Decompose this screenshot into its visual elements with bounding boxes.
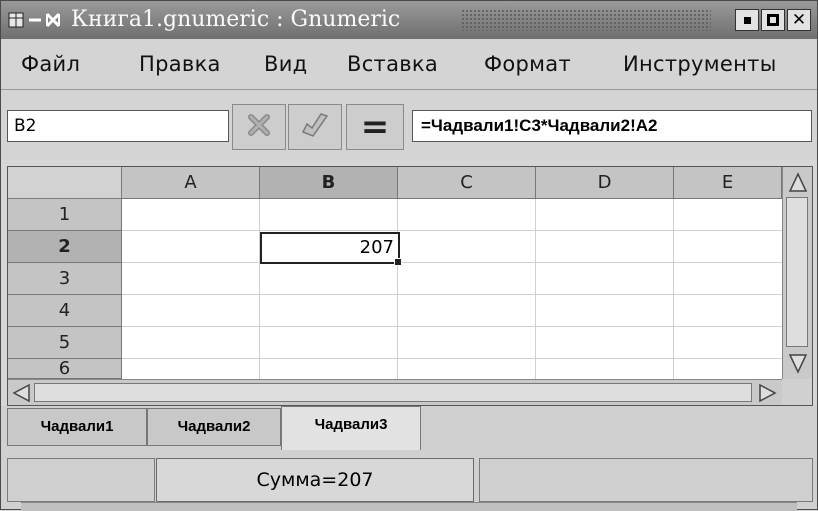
name-box[interactable]: B2	[7, 110, 229, 142]
accept-button[interactable]	[288, 104, 342, 150]
menu-tools[interactable]: Инструменты	[623, 39, 777, 89]
menu-insert[interactable]: Вставка	[347, 39, 438, 89]
grid-line	[259, 199, 260, 379]
grid-line	[122, 294, 782, 295]
formula-input[interactable]: =Чадвали1!C3*Чадвали2!A2	[412, 110, 812, 142]
menu-view[interactable]: Вид	[264, 39, 307, 89]
cell-b2[interactable]: 207	[260, 232, 402, 266]
window-title: Книга1.gnumeric : Gnumeric	[71, 7, 401, 32]
vertical-scroll-thumb[interactable]	[786, 197, 808, 347]
grid-line	[122, 230, 782, 231]
close-icon[interactable]: ✕	[787, 9, 811, 31]
status-sum: Сумма=207	[156, 458, 474, 502]
row-header-6[interactable]: 6	[8, 359, 122, 379]
menu-edit[interactable]: Правка	[139, 39, 221, 89]
maximize-icon[interactable]	[761, 9, 785, 31]
row-header-1[interactable]: 1	[8, 199, 122, 231]
horizontal-scroll-thumb[interactable]	[34, 383, 752, 402]
spreadsheet-icon[interactable]	[7, 9, 61, 31]
scroll-right-icon[interactable]	[758, 383, 778, 405]
accept-icon	[299, 110, 331, 144]
status-bar: Сумма=207	[1, 452, 817, 511]
title-bar[interactable]: Книга1.gnumeric : Gnumeric ✕	[1, 1, 817, 39]
row-header-4[interactable]: 4	[8, 295, 122, 327]
cancel-button[interactable]	[232, 104, 286, 150]
menu-bar: Файл Правка Вид Вставка Формат Инструмен…	[1, 39, 817, 90]
scroll-down-icon[interactable]	[788, 353, 808, 379]
menu-file[interactable]: Файл	[21, 39, 80, 89]
scroll-up-icon[interactable]	[788, 171, 808, 197]
grid-line	[122, 262, 782, 263]
horizontal-scrollbar[interactable]	[8, 379, 782, 405]
scroll-left-icon[interactable]	[11, 383, 31, 405]
spreadsheet-grid[interactable]: A B C D E 1 2 3 4 5 6 207	[7, 166, 813, 406]
grid-line	[535, 199, 536, 379]
row-header-5[interactable]: 5	[8, 327, 122, 359]
column-header-c[interactable]: C	[398, 167, 536, 199]
vertical-scrollbar[interactable]	[782, 167, 812, 379]
status-segment	[7, 458, 155, 502]
equals-button[interactable]: =	[346, 104, 404, 150]
grid-line	[397, 199, 398, 379]
grid-line	[122, 326, 782, 327]
column-header-b[interactable]: B	[260, 167, 398, 199]
select-all-corner[interactable]	[8, 167, 122, 199]
row-header-2[interactable]: 2	[8, 231, 122, 263]
row-header-3[interactable]: 3	[8, 263, 122, 295]
scroll-corner	[782, 379, 812, 405]
gnumeric-window: Книга1.gnumeric : Gnumeric ✕ Файл Правка…	[0, 0, 818, 511]
tab-sheet3[interactable]: Чадвали3	[281, 406, 421, 450]
cancel-icon	[244, 110, 274, 144]
menu-format[interactable]: Формат	[484, 39, 571, 89]
grid-line	[673, 199, 674, 379]
sheet-tabs: Чадвали1 Чадвали2 Чадвали3	[1, 406, 817, 452]
column-header-e[interactable]: E	[674, 167, 782, 199]
column-header-d[interactable]: D	[536, 167, 674, 199]
formula-toolbar: B2 = =Чадвали1!C3*Чадвали2!A2	[1, 90, 817, 160]
grid-line	[122, 358, 782, 359]
column-header-a[interactable]: A	[122, 167, 260, 199]
minimize-icon[interactable]	[735, 9, 759, 31]
tab-sheet1[interactable]: Чадвали1	[7, 408, 147, 446]
titlebar-pattern	[461, 9, 711, 31]
status-segment	[479, 458, 813, 502]
tab-sheet2[interactable]: Чадвали2	[147, 408, 281, 446]
